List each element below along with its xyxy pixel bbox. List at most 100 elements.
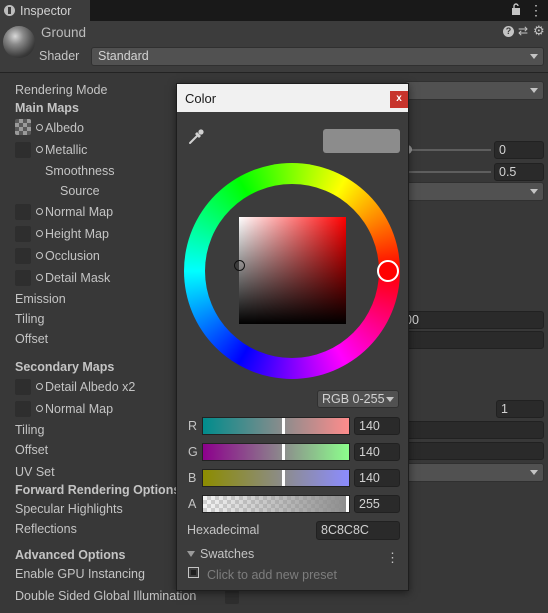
red-channel-label: R (188, 419, 198, 433)
metallic-value-field[interactable]: 0 (494, 141, 544, 159)
offset-field-2[interactable] (400, 442, 544, 460)
double-sided-gi-checkbox[interactable] (225, 590, 239, 604)
rendering-mode-dropdown[interactable] (405, 81, 544, 100)
chevron-down-icon (530, 88, 538, 93)
detail-albedo-label: Detail Albedo x2 (45, 380, 136, 394)
occlusion-label: Occlusion (45, 249, 100, 263)
green-channel-label: G (188, 445, 198, 459)
red-value-field[interactable]: 140 (354, 417, 400, 435)
color-mode-dropdown[interactable]: RGB 0-255 (317, 390, 399, 408)
saturation-value-cursor[interactable] (234, 260, 245, 271)
forward-rendering-heading: Forward Rendering Options (15, 483, 181, 497)
blue-slider-handle[interactable] (282, 470, 285, 486)
kebab-menu-icon[interactable]: ⋮ (529, 2, 543, 19)
secondary-maps-heading: Secondary Maps (15, 360, 115, 374)
foldout-arrow-icon (187, 551, 195, 557)
source-label: Source (60, 184, 100, 198)
alpha-channel-slider[interactable] (202, 495, 350, 513)
kebab-menu-icon[interactable]: ⋮ (386, 550, 399, 566)
smoothness-label: Smoothness (45, 164, 115, 178)
object-picker-icon[interactable] (36, 383, 43, 390)
albedo-texture-slot[interactable] (15, 119, 31, 135)
offset-label: Offset (15, 443, 49, 457)
gpu-instancing-label: Enable GPU Instancing (15, 567, 145, 581)
advanced-options-heading: Advanced Options (15, 548, 126, 562)
chevron-down-icon (530, 470, 538, 475)
alpha-value-field[interactable]: 255 (354, 495, 400, 513)
hexadecimal-field[interactable]: 8C8C8C (316, 521, 400, 540)
blue-channel-slider[interactable] (202, 469, 350, 487)
material-name: Ground (41, 25, 87, 40)
emission-label: Emission (15, 292, 66, 306)
chevron-down-icon (530, 54, 538, 59)
chevron-down-icon (386, 397, 394, 402)
smoothness-value-field[interactable]: 0.5 (494, 163, 544, 181)
detail-mask-texture-slot[interactable] (15, 270, 31, 286)
lock-icon[interactable] (511, 3, 523, 17)
gear-icon[interactable]: ⚙ (533, 23, 545, 39)
chevron-down-icon (530, 189, 538, 194)
double-sided-gi-label: Double Sided Global Illumination (15, 589, 197, 603)
shader-value: Standard (98, 49, 149, 63)
height-map-label: Height Map (45, 227, 109, 241)
specular-highlights-label: Specular Highlights (15, 502, 123, 516)
help-icon[interactable]: ? (503, 26, 514, 37)
height-map-texture-slot[interactable] (15, 226, 31, 242)
reflections-label: Reflections (15, 522, 77, 536)
swatches-label: Swatches (200, 547, 255, 561)
offset-field[interactable] (400, 331, 544, 349)
object-picker-icon[interactable] (36, 405, 43, 412)
alpha-slider-handle[interactable] (346, 496, 349, 512)
color-picker-window: Color x RGB 0-255 R 140 G 140 B 140 A 25… (176, 83, 409, 591)
green-channel-slider[interactable] (202, 443, 350, 461)
tiling-label: Tiling (15, 312, 45, 326)
uv-set-dropdown[interactable] (405, 463, 544, 482)
metallic-texture-slot[interactable] (15, 142, 31, 158)
object-picker-icon[interactable] (36, 146, 43, 153)
rendering-mode-label: Rendering Mode (15, 83, 108, 97)
red-channel-slider[interactable] (202, 417, 350, 435)
metallic-slider[interactable] (409, 149, 491, 151)
red-slider-handle[interactable] (282, 418, 285, 434)
hue-cursor[interactable] (377, 260, 399, 282)
add-preset-icon[interactable] (188, 567, 199, 578)
offset-label: Offset (15, 332, 49, 346)
material-preview-sphere (3, 26, 35, 58)
uv-set-label: UV Set (15, 465, 55, 479)
shader-dropdown[interactable]: Standard (91, 47, 544, 66)
object-picker-icon[interactable] (36, 208, 43, 215)
saturation-value-square[interactable] (239, 217, 346, 324)
object-picker-icon[interactable] (36, 252, 43, 259)
alpha-channel-label: A (188, 497, 197, 511)
normal-map-texture-slot[interactable] (15, 204, 31, 220)
object-picker-icon[interactable] (36, 124, 43, 131)
smoothness-slider[interactable] (409, 171, 491, 173)
tab-inspector[interactable]: Inspector (0, 0, 90, 21)
blue-value-field[interactable]: 140 (354, 469, 400, 487)
color-picker-title: Color (185, 91, 217, 106)
tab-label: Inspector (20, 4, 72, 18)
detail-albedo-texture-slot[interactable] (15, 379, 31, 395)
object-picker-icon[interactable] (36, 230, 43, 237)
blue-channel-label: B (188, 471, 197, 485)
tiling-field[interactable]: 00 (400, 311, 544, 329)
green-value-field[interactable]: 140 (354, 443, 400, 461)
detail-normal-map-label: Normal Map (45, 402, 114, 416)
color-picker-titlebar[interactable]: Color x (177, 84, 408, 112)
occlusion-texture-slot[interactable] (15, 248, 31, 264)
eyedropper-icon[interactable] (187, 128, 205, 146)
info-icon (4, 5, 15, 16)
color-mode-label: RGB 0-255 (322, 392, 385, 406)
normal-map-label: Normal Map (45, 205, 114, 219)
detail-normal-map-texture-slot[interactable] (15, 401, 31, 417)
normal-scale-field[interactable]: 1 (496, 400, 544, 418)
green-slider-handle[interactable] (282, 444, 285, 460)
hexadecimal-label: Hexadecimal (187, 523, 260, 537)
close-button[interactable]: x (390, 91, 408, 108)
metallic-label: Metallic (45, 143, 88, 157)
object-picker-icon[interactable] (36, 274, 43, 281)
tiling-field-2[interactable] (400, 421, 544, 439)
source-dropdown[interactable] (405, 182, 544, 201)
shader-label: Shader (39, 49, 80, 63)
presets-sliders-icon[interactable]: ⇄ (518, 24, 528, 38)
